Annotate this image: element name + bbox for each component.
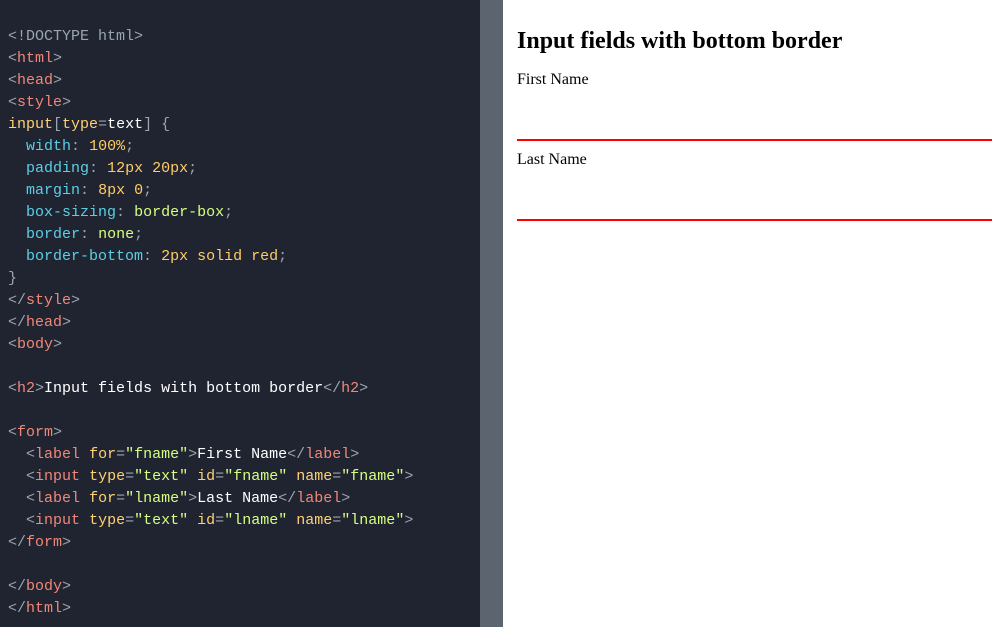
code-editor-panel[interactable]: <!DOCTYPE html> <html> <head> <style> in… <box>0 0 480 627</box>
last-name-input[interactable] <box>517 177 992 221</box>
example-form: First Name Last Name <box>517 71 992 225</box>
page-heading: Input fields with bottom border <box>517 28 992 55</box>
last-name-label: Last Name <box>517 151 992 169</box>
first-name-label: First Name <box>517 71 992 89</box>
preview-panel: Input fields with bottom border First Na… <box>503 0 1006 627</box>
code-line: <!DOCTYPE html> <box>8 28 143 45</box>
first-name-input[interactable] <box>517 97 992 141</box>
pane-divider[interactable] <box>480 0 503 627</box>
